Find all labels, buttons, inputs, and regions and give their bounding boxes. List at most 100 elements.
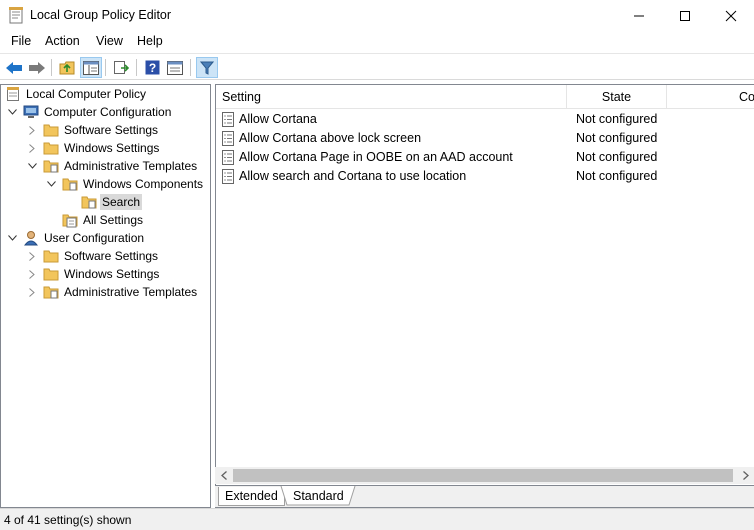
maximize-button[interactable] [662,0,708,31]
tree-node-computer-configuration[interactable]: Computer Configuration [7,103,173,121]
chevron-left-icon [220,471,227,480]
setting-name: Allow Cortana Page in OOBE on an AAD acc… [239,150,513,164]
filter-button[interactable] [196,57,218,78]
tree-label: Windows Settings [64,141,160,155]
view-tabs: Extended Standard [215,485,754,507]
tree-node-search[interactable]: Search [81,193,143,211]
tree-node-user-configuration[interactable]: User Configuration [7,229,146,247]
tree-node-local-computer-policy[interactable]: Local Computer Policy [5,85,148,103]
policy-setting-icon [222,112,234,127]
back-arrow-icon [6,61,22,74]
tree-node-cc-software-settings[interactable]: Software Settings [27,121,160,139]
properties-button[interactable] [164,57,186,78]
table-row[interactable]: Allow Cortana Not configured [216,110,736,129]
menu-bar: File Action View Help [0,31,754,53]
policy-setting-icon [222,131,234,146]
toolbar: ? [0,53,754,80]
export-list-icon [114,61,129,74]
tree-node-uc-windows-settings[interactable]: Windows Settings [27,265,161,283]
settings-list: Setting State Co Allow Cortana Not confi… [215,84,754,508]
close-icon [725,10,737,21]
tab-standard[interactable]: Standard [287,487,350,506]
tree-node-all-settings[interactable]: All Settings [62,211,145,229]
tab-extended[interactable]: Extended [218,487,285,506]
chevron-right-icon[interactable] [27,287,37,297]
chevron-down-icon[interactable] [7,107,17,117]
up-one-level-button[interactable] [56,57,78,78]
up-folder-icon [59,61,75,75]
column-header-setting[interactable]: Setting [216,85,567,109]
setting-name: Allow Cortana [239,112,317,126]
tree-label: Computer Configuration [44,105,172,119]
tree-node-uc-software-settings[interactable]: Software Settings [27,247,160,265]
chevron-right-icon[interactable] [27,251,37,261]
horizontal-scrollbar[interactable] [215,467,754,484]
scroll-right-button[interactable] [737,467,754,484]
table-row[interactable]: Allow Cortana Page in OOBE on an AAD acc… [216,148,736,167]
minimize-icon [634,15,644,16]
tree-node-uc-administrative-templates[interactable]: Administrative Templates [27,283,199,301]
chevron-right-icon[interactable] [27,125,37,135]
tree-label: User Configuration [44,231,145,245]
scroll-left-button[interactable] [215,467,232,484]
title-bar: Local Group Policy Editor [0,0,754,31]
menu-help[interactable]: Help [137,34,163,48]
setting-name: Allow search and Cortana to use location [239,169,467,183]
tree-label: Administrative Templates [64,285,198,299]
list-header: Setting State Co [216,85,754,109]
show-hide-tree-button[interactable] [80,57,102,78]
policy-setting-icon [222,169,234,184]
status-text: 4 of 41 setting(s) shown [4,513,132,527]
policy-folder-icon [43,160,59,173]
tree-label: All Settings [83,213,144,227]
chevron-right-icon[interactable] [27,143,37,153]
help-icon: ? [145,60,159,75]
help-button[interactable]: ? [141,57,163,78]
chevron-down-icon[interactable] [46,179,56,189]
folder-icon [43,250,59,263]
tree-label: Software Settings [64,123,159,137]
tree-node-cc-windows-settings[interactable]: Windows Settings [27,139,161,157]
computer-icon [23,105,39,118]
tree-label: Local Computer Policy [26,87,147,101]
chevron-down-icon[interactable] [27,161,37,171]
chevron-right-icon[interactable] [27,269,37,279]
table-row[interactable]: Allow Cortana above lock screen Not conf… [216,129,736,148]
tree-node-cc-administrative-templates[interactable]: Administrative Templates [27,157,199,175]
back-button[interactable] [3,57,25,78]
window-title: Local Group Policy Editor [30,8,172,22]
tree-label: Windows Components [83,177,204,191]
setting-state: Not configured [576,150,658,164]
all-settings-icon [62,214,78,228]
table-row[interactable]: Allow search and Cortana to use location… [216,167,736,186]
setting-name: Allow Cortana above lock screen [239,131,422,145]
column-header-state[interactable]: State [567,85,667,109]
folder-icon [43,142,59,155]
maximize-icon [680,10,690,21]
menu-file[interactable]: File [11,34,31,48]
policy-folder-icon [43,286,59,299]
scrollbar-thumb[interactable] [233,469,733,482]
console-tree: Local Computer Policy Computer Configura… [0,84,211,508]
folder-icon [43,124,59,137]
properties-icon [167,60,183,75]
export-list-button[interactable] [110,57,132,78]
svg-text:?: ? [148,61,155,75]
show-hide-tree-icon [83,60,99,75]
chevron-right-icon [742,471,749,480]
menu-action[interactable]: Action [45,34,80,48]
forward-button[interactable] [26,57,48,78]
setting-state: Not configured [576,131,658,145]
chevron-down-icon[interactable] [7,233,17,243]
column-header-comment[interactable]: Co [667,85,754,109]
policy-folder-icon [81,196,97,209]
filter-icon [200,61,214,75]
menu-view[interactable]: View [96,34,123,48]
tree-label: Search [100,194,143,210]
minimize-button[interactable] [616,0,662,31]
close-button[interactable] [708,0,754,31]
policy-setting-icon [222,150,234,165]
setting-state: Not configured [576,169,658,183]
tree-node-windows-components[interactable]: Windows Components [46,175,205,193]
setting-state: Not configured [576,112,658,126]
